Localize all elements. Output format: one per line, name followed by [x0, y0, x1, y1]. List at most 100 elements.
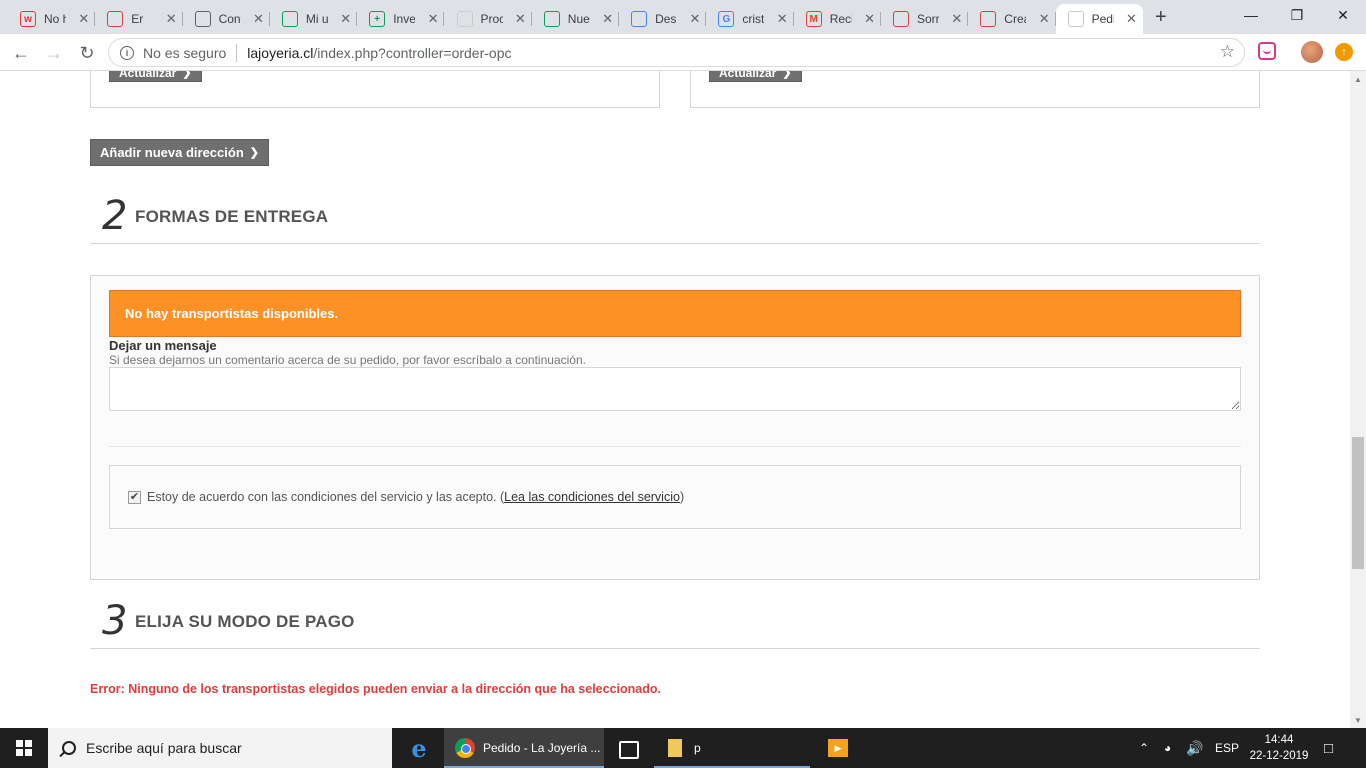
scroll-thumb[interactable] [1352, 437, 1364, 569]
tab-close-icon[interactable]: ✕ [428, 11, 439, 27]
tab-title: Proc [480, 12, 503, 26]
url-path: /index.php?controller=order-opc [313, 44, 512, 61]
reload-icon[interactable]: ↻ [74, 40, 100, 66]
chevron-up-icon: ⌃ [1139, 741, 1150, 755]
edge-app[interactable]: e [396, 728, 442, 768]
security-label[interactable]: No es seguro [143, 45, 226, 61]
browser-tab[interactable]: Crea ✕ [968, 4, 1056, 34]
message-help-text: Si desea dejarnos un comentario acerca d… [109, 353, 586, 367]
url-text[interactable]: lajoyeria.cl/index.php?controller=order-… [247, 45, 511, 61]
tab-title: Des [655, 12, 677, 26]
tab-close-icon[interactable]: ✕ [1126, 11, 1137, 27]
browser-tab[interactable]: Cont ✕ [183, 4, 270, 34]
omnibox-separator [236, 43, 238, 62]
drive-icon [543, 11, 560, 27]
browser-tab[interactable]: Sorr ✕ [881, 4, 969, 34]
media-app[interactable]: ▶ [815, 728, 861, 768]
tab-close-icon[interactable]: ✕ [78, 11, 89, 27]
browser-tab[interactable]: M Reci ✕ [794, 4, 881, 34]
site-icon [893, 11, 909, 27]
scroll-up-icon[interactable]: ▲ [1354, 75, 1362, 84]
terms-text: Estoy de acuerdo con las condiciones del… [147, 490, 505, 504]
tab-close-icon[interactable]: ✕ [689, 11, 700, 27]
chrome-taskbar-app[interactable]: Pedido - La Joyería ... [444, 728, 604, 768]
step-3-title: ELIJA SU MODO DE PAGO [135, 612, 355, 631]
instagram-extension-icon[interactable] [1258, 42, 1276, 60]
volume-icon[interactable]: 🔊 [1186, 728, 1203, 768]
tab-close-icon[interactable]: ✕ [951, 11, 962, 27]
browser-tab[interactable]: Gcrist ✕ [706, 4, 794, 34]
profile-avatar[interactable] [1301, 41, 1323, 63]
browser-tab[interactable]: Nue ✕ [532, 4, 620, 34]
show-hidden-icons[interactable]: ⌃ [1139, 728, 1149, 768]
browser-tab[interactable]: w No h ✕ [8, 4, 96, 34]
forward-icon[interactable]: → [41, 40, 67, 66]
back-icon[interactable]: ← [8, 40, 34, 66]
video-player-icon: ▶ [828, 739, 848, 757]
wifi-icon[interactable]: ◕ [1164, 728, 1171, 768]
tab-close-icon[interactable]: ✕ [166, 11, 177, 27]
pause-icon [107, 11, 124, 27]
terms-checkbox[interactable]: ✔ [128, 490, 141, 504]
browser-tab[interactable]: Proc ✕ [445, 4, 532, 34]
add-address-button[interactable]: Añadir nueva dirección ❯ [90, 139, 269, 166]
chevron-right-icon: ❯ [782, 71, 792, 79]
page-viewport: Actualizar ❯ Actualizar ❯ Añadir nueva dir… [0, 71, 1350, 728]
step-2-title: FORMAS DE ENTREGA [135, 207, 329, 226]
wish-icon: w [20, 11, 36, 27]
minimize-icon[interactable]: — [1228, 0, 1274, 30]
update-address-button-left[interactable]: Actualizar ❯ [109, 71, 202, 82]
explorer-folder-app[interactable]: p [654, 728, 810, 768]
browser-tab[interactable]: Des ✕ [619, 4, 707, 34]
browser-tab[interactable]: Mi u ✕ [270, 4, 358, 34]
tab-title: Inve [393, 12, 416, 26]
update-address-button-right[interactable]: Actualizar ❯ [709, 71, 802, 82]
tab-close-icon[interactable]: ✕ [253, 11, 264, 27]
scroll-down-icon[interactable]: ▼ [1354, 716, 1362, 725]
chevron-right-icon: ❯ [249, 147, 259, 159]
step-2-heading: 2 FORMAS DE ENTREGA [90, 194, 1260, 244]
tab-title: crist [742, 12, 765, 26]
browser-tab[interactable]: Pedi ✕ [1055, 4, 1143, 34]
terms-link[interactable]: Lea las condiciones del servicio [504, 490, 680, 504]
maximize-icon[interactable]: ❐ [1274, 0, 1320, 30]
info-icon[interactable]: i [120, 45, 134, 60]
browser-tab[interactable]: + Inve ✕ [357, 4, 445, 34]
store-app[interactable] [606, 728, 652, 768]
tab-close-icon[interactable]: ✕ [340, 11, 351, 27]
page-icon [1067, 11, 1084, 27]
update-label-left: Actualizar [119, 71, 177, 80]
address-bar[interactable]: i No es seguro lajoyeria.cl/index.php?co… [108, 38, 1245, 67]
tab-close-icon[interactable]: ✕ [515, 11, 526, 27]
notifications-icon[interactable]: □ [1324, 728, 1333, 768]
gmail-icon: M [805, 11, 822, 27]
no-carriers-alert: No hay transportistas disponibles. [109, 290, 1241, 337]
tab-title: Sorr [917, 12, 939, 26]
chevron-right-icon: ❯ [182, 71, 192, 79]
update-label-right: Actualizar [719, 71, 777, 80]
url-host: lajoyeria.cl [247, 44, 314, 61]
drive-icon [281, 11, 298, 27]
tab-close-icon[interactable]: ✕ [602, 11, 613, 27]
page-scrollbar[interactable]: ▲ ▼ [1350, 71, 1366, 728]
new-tab-button[interactable]: + [1155, 6, 1167, 29]
bookmark-star-icon[interactable]: ☆ [1220, 42, 1235, 62]
terms-box: ✔ Estoy de acuerdo con las condiciones d… [109, 465, 1241, 529]
language-indicator[interactable]: ESP [1215, 728, 1239, 768]
folder-label: p [694, 741, 701, 755]
tab-close-icon[interactable]: ✕ [1039, 11, 1050, 27]
taskbar-search[interactable]: Escribe aquí para buscar [48, 728, 392, 768]
terms-close: ) [679, 490, 685, 504]
system-clock[interactable]: 14:44 22-12-2019 [1246, 732, 1312, 764]
tab-title: No h [44, 12, 66, 26]
folder-icon [668, 739, 682, 757]
window-close-icon[interactable]: ✕ [1320, 0, 1366, 30]
update-icon[interactable]: ↑ [1335, 43, 1353, 61]
start-button[interactable] [0, 728, 48, 768]
tab-close-icon[interactable]: ✕ [864, 11, 875, 27]
message-textarea[interactable] [109, 367, 1241, 411]
browser-toolbar: ← → ↻ i No es seguro lajoyeria.cl/index.… [0, 34, 1366, 71]
browser-tab[interactable]: Er ✕ [95, 4, 183, 34]
search-placeholder: Escribe aquí para buscar [86, 740, 242, 756]
tab-close-icon[interactable]: ✕ [777, 11, 788, 27]
